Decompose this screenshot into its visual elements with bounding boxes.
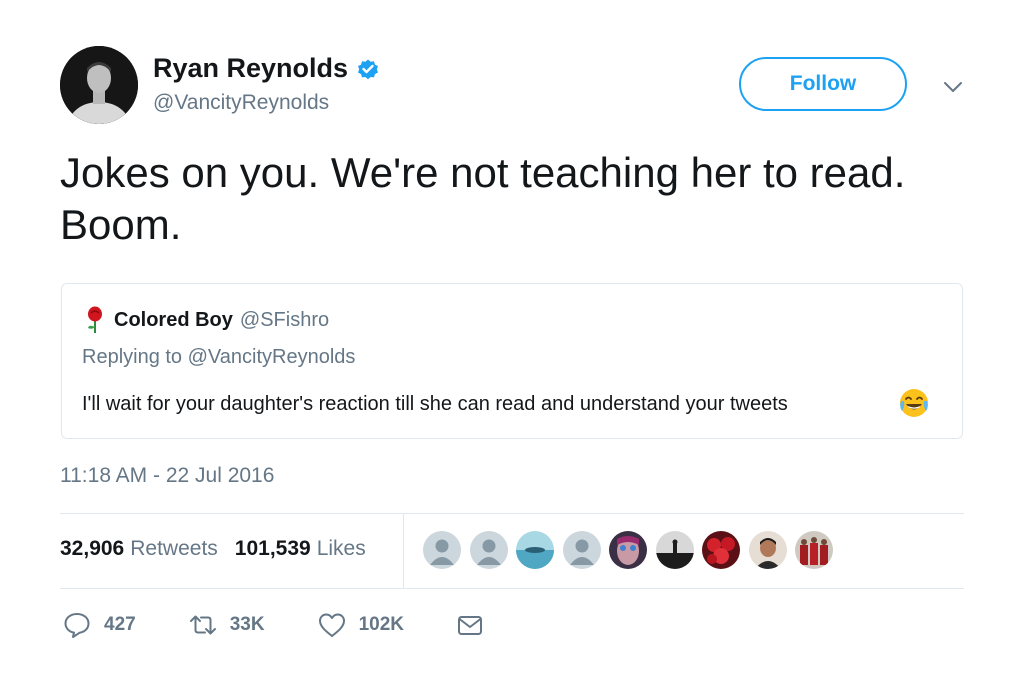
direct-message-action[interactable] <box>456 611 484 639</box>
liker-avatar[interactable] <box>423 531 461 569</box>
like-action[interactable]: 102K <box>317 610 404 640</box>
tweet-card: Ryan Reynolds @VancityReynolds Follow Jo… <box>0 0 1024 685</box>
liker-avatar[interactable] <box>795 531 833 569</box>
tears-of-joy-emoji-icon <box>900 389 928 417</box>
quoted-tweet[interactable]: Colored Boy @SFishro Replying to @Vancit… <box>61 283 963 439</box>
divider-top <box>60 513 964 514</box>
tweet-actions: 427 33K 102K <box>62 610 536 640</box>
divider-bottom <box>60 588 964 589</box>
quoted-author-handle[interactable]: @SFishro <box>240 309 329 332</box>
liker-avatar[interactable] <box>469 531 508 569</box>
like-count: 102K <box>358 614 404 635</box>
likes-count[interactable]: 101,539 <box>235 537 311 561</box>
verified-badge-icon <box>358 59 379 79</box>
quoted-author-name[interactable]: Colored Boy <box>114 309 233 332</box>
retweets-label[interactable]: Retweets <box>130 537 218 561</box>
retweet-icon[interactable] <box>188 610 218 640</box>
author-handle[interactable]: @VancityReynolds <box>153 91 329 115</box>
liker-avatar[interactable] <box>748 531 787 569</box>
quoted-text: I'll wait for your daughter's reaction t… <box>82 393 788 415</box>
tweet-text: Jokes on you. We're not teaching her to … <box>60 149 906 248</box>
liker-avatar[interactable] <box>702 531 740 569</box>
reply-icon[interactable] <box>62 610 92 640</box>
author-name[interactable]: Ryan Reynolds <box>153 53 348 84</box>
liker-avatar[interactable] <box>655 531 694 569</box>
likes-label[interactable]: Likes <box>317 537 366 561</box>
stats-divider <box>403 514 404 588</box>
retweet-count: 33K <box>229 614 265 635</box>
envelope-icon[interactable] <box>456 611 484 639</box>
rose-emoji-icon <box>88 306 102 333</box>
retweets-count[interactable]: 32,906 <box>60 537 124 561</box>
reply-count: 427 <box>104 614 136 635</box>
tweet-stats: 32,906 Retweets 101,539 Likes <box>60 537 366 561</box>
liker-avatar[interactable] <box>609 531 647 569</box>
quoted-replying-to: Replying to @VancityReynolds <box>82 346 356 368</box>
heart-icon[interactable] <box>317 610 347 640</box>
author-avatar[interactable] <box>60 46 138 124</box>
author-name-row: Ryan Reynolds <box>153 53 380 84</box>
quoted-header: Colored Boy @SFishro <box>84 306 329 334</box>
tweet-timestamp[interactable]: 11:18 AM - 22 Jul 2016 <box>60 464 274 488</box>
liker-avatar[interactable] <box>562 531 601 569</box>
follow-button[interactable]: Follow <box>739 57 907 111</box>
likers-avatars <box>423 531 842 569</box>
retweet-action[interactable]: 33K <box>188 610 265 640</box>
chevron-down-icon[interactable] <box>940 78 966 96</box>
reply-action[interactable]: 427 <box>62 610 136 640</box>
liker-avatar[interactable] <box>516 531 554 569</box>
